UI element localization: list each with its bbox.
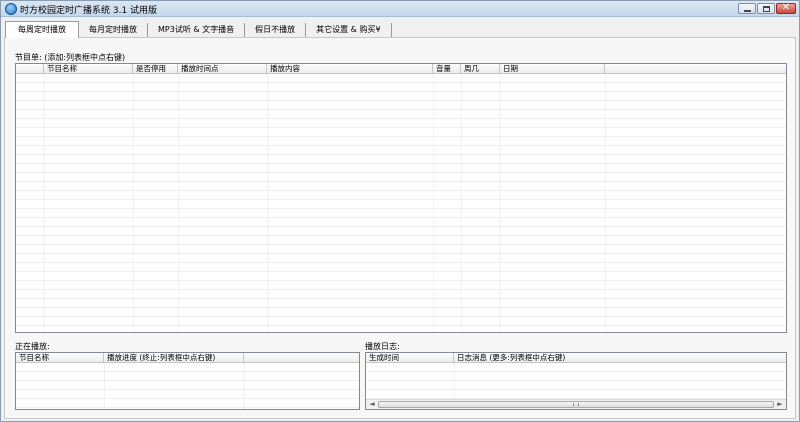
column-header-program-name[interactable]: 节目名称	[16, 353, 104, 363]
program-list-body[interactable]	[16, 74, 786, 332]
tab-weekly[interactable]: 每周定时播放	[5, 21, 79, 38]
play-log-list[interactable]: 生成时间 日志消息 (更多:列表框中点右键) ◄ ►	[365, 352, 787, 410]
column-header-content[interactable]: 播放内容	[267, 64, 433, 74]
maximize-button[interactable]	[757, 3, 775, 14]
window-controls: ✕	[738, 2, 796, 14]
grid-line	[244, 363, 245, 409]
play-log-hscrollbar[interactable]: ◄ ►	[366, 399, 786, 409]
now-playing-list[interactable]: 节目名称 播放进度 (终止:列表框中点右键)	[15, 352, 360, 410]
grid-line	[454, 363, 455, 399]
grid-line	[433, 74, 434, 332]
column-header-weekday[interactable]: 周几	[461, 64, 500, 74]
play-log-label: 播放日志:	[365, 342, 400, 351]
play-log-body[interactable]	[366, 363, 786, 399]
close-button[interactable]: ✕	[776, 2, 796, 14]
column-header-disabled[interactable]: 是否停用	[133, 64, 178, 74]
title-bar[interactable]: 时方校园定时广播系统 3.1 试用版 ✕	[1, 1, 799, 17]
program-list-header: 节目名称 是否停用 播放时间点 播放内容 音量 周几 日期	[16, 64, 786, 74]
close-icon: ✕	[781, 2, 791, 13]
grid-line	[605, 74, 606, 332]
tab-mp3-tts[interactable]: MP3试听 & 文字播音	[148, 23, 246, 37]
tab-settings-purchase[interactable]: 其它设置 & 购买¥	[306, 23, 392, 37]
tab-monthly[interactable]: 每月定时播放	[79, 23, 148, 37]
column-header-play-time[interactable]: 播放时间点	[178, 64, 267, 74]
program-list[interactable]: 节目名称 是否停用 播放时间点 播放内容 音量 周几 日期	[15, 63, 787, 333]
column-header-filler	[244, 353, 359, 363]
window-title: 时方校园定时广播系统 3.1 试用版	[20, 6, 158, 16]
column-header-blank[interactable]	[16, 64, 44, 74]
column-header-progress[interactable]: 播放进度 (终止:列表框中点右键)	[104, 353, 244, 363]
grid-line	[104, 363, 105, 409]
program-list-label: 节目单: (添加:列表框中点右键)	[15, 53, 126, 62]
grid-line	[44, 74, 45, 332]
now-playing-header: 节目名称 播放进度 (终止:列表框中点右键)	[16, 353, 359, 363]
grid-line	[133, 74, 134, 332]
tab-strip: 每周定时播放 每月定时播放 MP3试听 & 文字播音 假日不播放 其它设置 & …	[5, 21, 392, 38]
scroll-right-arrow-icon[interactable]: ►	[775, 400, 785, 409]
play-log-header: 生成时间 日志消息 (更多:列表框中点右键)	[366, 353, 786, 363]
column-header-volume[interactable]: 音量	[433, 64, 461, 74]
column-header-time[interactable]: 生成时间	[366, 353, 454, 363]
grip-icon	[573, 403, 579, 406]
tab-holidays[interactable]: 假日不播放	[245, 23, 307, 37]
column-header-date[interactable]: 日期	[500, 64, 605, 74]
column-header-log-message[interactable]: 日志消息 (更多:列表框中点右键)	[454, 353, 786, 363]
grid-line	[267, 74, 268, 332]
app-icon	[5, 3, 17, 15]
grid-line	[500, 74, 501, 332]
main-window: 时方校园定时广播系统 3.1 试用版 ✕ 每周定时播放 每月定时播放 MP3试听…	[0, 0, 800, 422]
scroll-left-arrow-icon[interactable]: ◄	[367, 400, 377, 409]
now-playing-label: 正在播放:	[15, 342, 50, 351]
grid-line	[461, 74, 462, 332]
maximize-icon	[763, 6, 770, 12]
minimize-icon	[744, 10, 751, 12]
column-header-program-name[interactable]: 节目名称	[44, 64, 133, 74]
now-playing-body[interactable]	[16, 363, 359, 409]
scrollbar-thumb[interactable]	[378, 401, 774, 408]
column-header-filler	[605, 64, 786, 74]
grid-line	[178, 74, 179, 332]
minimize-button[interactable]	[738, 3, 756, 14]
